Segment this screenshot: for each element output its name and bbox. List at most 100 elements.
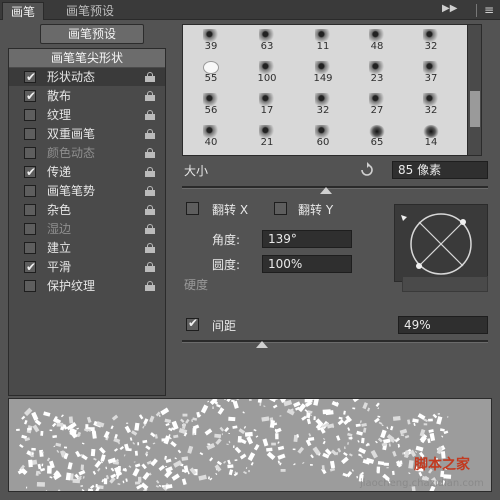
brush-tip-3-4[interactable]: 14 (413, 123, 449, 151)
angle-dial-icon[interactable] (395, 205, 489, 283)
lock-icon[interactable] (145, 262, 155, 272)
brush-tip-2-4[interactable]: 32 (413, 91, 449, 119)
size-field[interactable]: 85 像素 (392, 161, 488, 179)
wet-edges-checkbox[interactable] (24, 223, 36, 235)
option-brush-tip-shape[interactable]: 画笔笔尖形状 (9, 49, 165, 67)
lock-icon[interactable] (145, 72, 155, 82)
lock-icon[interactable] (145, 167, 155, 177)
option-shape-dynamics[interactable]: ✔ 形状动态 (9, 68, 165, 86)
noise-checkbox[interactable] (24, 204, 36, 216)
spacing-slider-track[interactable] (182, 340, 488, 343)
option-wet-edges[interactable]: 湿边 (9, 220, 165, 238)
lock-icon[interactable] (145, 186, 155, 196)
lock-icon[interactable] (145, 205, 155, 215)
hardness-label: 硬度 (184, 278, 209, 292)
reset-size-icon[interactable] (358, 162, 376, 178)
option-build-up[interactable]: 建立 (9, 239, 165, 257)
size-slider-knob[interactable] (319, 187, 332, 194)
brush-size-number: 17 (260, 105, 274, 116)
brush-tip-1-1[interactable]: 100 (249, 59, 285, 87)
angle-field[interactable]: 139° (262, 230, 352, 248)
roundness-field[interactable]: 100% (262, 255, 352, 273)
size-slider-track[interactable] (182, 186, 488, 189)
double-arrow-icon[interactable]: ▶▶ (442, 3, 457, 14)
grid-scrollbar[interactable] (467, 25, 481, 155)
brush-size-number: 39 (204, 41, 218, 52)
brush-tip-3-2[interactable]: 60 (305, 123, 341, 151)
brush-size-number: 65 (370, 137, 384, 148)
roundness-label: 圆度: (212, 258, 241, 272)
spacing-checkbox[interactable]: ✔ (186, 316, 199, 331)
brush-tip-cells: 39 63 11 48 32 55 100 149 23 37 56 17 32 27 32 40 21 60 65… (183, 25, 467, 155)
brush-size-number: 100 (257, 73, 277, 84)
checkmark-icon: ✔ (188, 316, 199, 330)
flip-y-checkbox[interactable] (274, 202, 287, 215)
tab-brush[interactable]: 画笔 (2, 2, 45, 20)
texture-checkbox[interactable] (24, 109, 36, 121)
brush-tip-0-2[interactable]: 11 (305, 27, 341, 55)
option-noise[interactable]: 杂色 (9, 201, 165, 219)
option-protect-texture[interactable]: 保护纹理 (9, 277, 165, 295)
option-transfer[interactable]: ✔ 传递 (9, 163, 165, 181)
tab-brush-presets[interactable]: 画笔预设 (58, 2, 122, 20)
dual-brush-checkbox[interactable] (24, 128, 36, 140)
brush-size-number: 32 (424, 105, 438, 116)
spacing-slider-knob[interactable] (255, 341, 268, 348)
brush-tip-0-0[interactable]: 39 (193, 27, 229, 55)
angle-roundness-widget[interactable] (394, 204, 488, 282)
brush-presets-button[interactable]: 画笔预设 (40, 24, 144, 44)
menu-icon[interactable]: ≡ (484, 3, 494, 17)
color-dynamics-checkbox[interactable] (24, 147, 36, 159)
brush-tip-3-0[interactable]: 40 (193, 123, 229, 151)
brush-options-list: 画笔笔尖形状 ✔ 形状动态 ✔ 散布 纹理 双重画笔 颜色动态 ✔ 传递 画笔笔… (8, 48, 166, 396)
spacing-label: 间距 (212, 319, 237, 333)
checkmark-icon: ✔ (26, 70, 37, 84)
brush-tip-2-2[interactable]: 32 (305, 91, 341, 119)
brush-size-number: 48 (370, 41, 384, 52)
shape-dynamics-checkbox[interactable]: ✔ (24, 70, 37, 84)
brush-tip-0-3[interactable]: 48 (359, 27, 395, 55)
brush-tip-1-0[interactable]: 55 (193, 59, 229, 87)
transfer-checkbox[interactable]: ✔ (24, 165, 36, 179)
brush-tip-0-1[interactable]: 63 (249, 27, 285, 55)
option-smoothing[interactable]: ✔ 平滑 (9, 258, 165, 276)
brush-tip-2-1[interactable]: 17 (249, 91, 285, 119)
smoothing-checkbox[interactable]: ✔ (24, 260, 36, 274)
lock-icon[interactable] (145, 110, 155, 120)
lock-icon[interactable] (145, 224, 155, 234)
brush-pose-checkbox[interactable] (24, 185, 36, 197)
lock-icon[interactable] (145, 91, 155, 101)
brush-tip-1-3[interactable]: 23 (359, 59, 395, 87)
brush-size-number: 149 (313, 73, 333, 84)
option-color-dynamics[interactable]: 颜色动态 (9, 144, 165, 162)
option-label: 颜色动态 (47, 146, 96, 160)
scrollbar-thumb[interactable] (470, 91, 480, 127)
option-dual-brush[interactable]: 双重画笔 (9, 125, 165, 143)
brush-tip-0-4[interactable]: 32 (413, 27, 449, 55)
brush-size-number: 14 (424, 137, 438, 148)
option-label: 传递 (47, 165, 72, 179)
brush-tip-3-3[interactable]: 65 (359, 123, 395, 151)
flip-x-checkbox[interactable] (186, 202, 199, 215)
lock-icon[interactable] (145, 148, 155, 158)
option-label: 杂色 (47, 203, 72, 217)
brush-tip-grid[interactable]: 39 63 11 48 32 55 100 149 23 37 56 17 32 27 32 40 21 60 65… (182, 24, 482, 156)
lock-icon[interactable] (145, 129, 155, 139)
brush-size-number: 60 (316, 137, 330, 148)
option-brush-pose[interactable]: 画笔笔势 (9, 182, 165, 200)
lock-icon[interactable] (145, 243, 155, 253)
spacing-field[interactable]: 49% (398, 316, 488, 334)
angle-label: 角度: (212, 233, 241, 247)
brush-tip-3-1[interactable]: 21 (249, 123, 285, 151)
build-up-checkbox[interactable] (24, 242, 36, 254)
option-scattering[interactable]: ✔ 散布 (9, 87, 165, 105)
brush-tip-1-2[interactable]: 149 (305, 59, 341, 87)
option-texture[interactable]: 纹理 (9, 106, 165, 124)
brush-size-number: 55 (204, 73, 218, 84)
brush-tip-2-3[interactable]: 27 (359, 91, 395, 119)
brush-tip-1-4[interactable]: 37 (413, 59, 449, 87)
scattering-checkbox[interactable]: ✔ (24, 89, 36, 103)
protect-texture-checkbox[interactable] (24, 280, 36, 292)
lock-icon[interactable] (145, 281, 155, 291)
brush-tip-2-0[interactable]: 56 (193, 91, 229, 119)
